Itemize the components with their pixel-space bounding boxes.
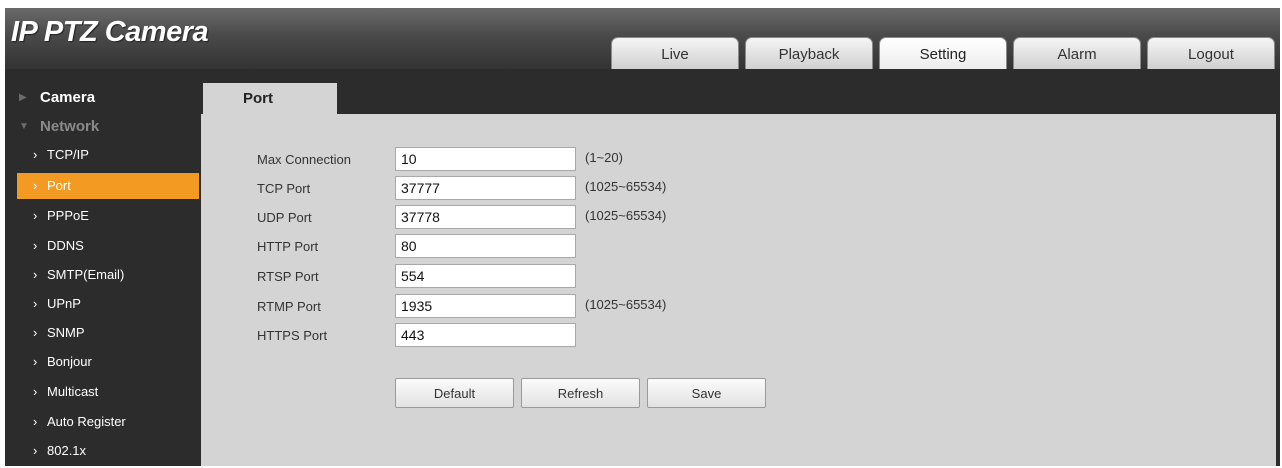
form-row-udp-port: UDP Port (1025~65534): [201, 205, 901, 229]
field-label: Max Connection: [257, 152, 351, 167]
sidebar-item-tcpip[interactable]: › TCP/IP: [17, 142, 199, 168]
sidebar-item-8021x[interactable]: › 802.1x: [17, 438, 199, 464]
page-tab: Port: [203, 83, 337, 115]
max-connection-input[interactable]: [395, 147, 576, 171]
chevron-right-icon: ›: [33, 325, 38, 340]
http-port-input[interactable]: [395, 234, 576, 258]
sidebar-item-port[interactable]: › Port: [17, 173, 199, 199]
sidebar-section-label: Network: [40, 118, 100, 135]
chevron-right-icon: ›: [33, 238, 38, 253]
chevron-right-icon: ›: [33, 267, 38, 282]
port-settings-form: Max Connection (1~20) TCP Port (1025~655…: [201, 114, 1276, 466]
chevron-right-icon: ›: [33, 178, 38, 193]
sidebar-item-pppoe[interactable]: › PPPoE: [17, 203, 199, 229]
sidebar-item-ddns[interactable]: › DDNS: [17, 233, 199, 259]
field-range-hint: (1025~65534): [585, 297, 667, 312]
sidebar-item-smtp[interactable]: › SMTP(Email): [17, 262, 199, 288]
field-range-hint: (1~20): [585, 150, 623, 165]
tab-logout[interactable]: Logout: [1147, 37, 1275, 70]
sidebar-item-snmp[interactable]: › SNMP: [17, 320, 199, 346]
sidebar: ▶ Camera ▼ Network › TCP/IP › Port › PPP…: [5, 69, 201, 466]
default-button[interactable]: Default: [395, 378, 514, 408]
main-panel: Port Max Connection (1~20) TCP Port (102…: [201, 69, 1280, 466]
sidebar-item-label: 802.1x: [47, 443, 87, 458]
form-row-http-port: HTTP Port: [201, 234, 901, 258]
header-bar: IP PTZ Camera Live Playback Setting Alar…: [5, 8, 1280, 70]
page-title: Port: [243, 90, 273, 107]
sidebar-item-bonjour[interactable]: › Bonjour: [17, 349, 199, 375]
tab-playback[interactable]: Playback: [745, 37, 873, 70]
app-title: IP PTZ Camera: [11, 16, 209, 48]
sidebar-item-label: UPnP: [47, 296, 81, 311]
save-button[interactable]: Save: [647, 378, 766, 408]
sidebar-item-upnp[interactable]: › UPnP: [17, 291, 199, 317]
field-label: UDP Port: [257, 210, 312, 225]
field-range-hint: (1025~65534): [585, 208, 667, 223]
field-range-hint: (1025~65534): [585, 179, 667, 194]
form-row-https-port: HTTPS Port: [201, 323, 901, 347]
udp-port-input[interactable]: [395, 205, 576, 229]
tcp-port-input[interactable]: [395, 176, 576, 200]
sidebar-section-label: Camera: [40, 89, 96, 106]
tab-setting[interactable]: Setting: [879, 37, 1007, 70]
chevron-right-icon: ›: [33, 384, 38, 399]
chevron-right-icon: ›: [33, 208, 38, 223]
field-label: RTSP Port: [257, 269, 319, 284]
form-row-rtsp-port: RTSP Port: [201, 264, 901, 288]
form-row-rtmp-port: RTMP Port (1025~65534): [201, 294, 901, 318]
chevron-right-icon: ›: [33, 296, 38, 311]
sidebar-item-label: SMTP(Email): [47, 267, 125, 282]
rtmp-port-input[interactable]: [395, 294, 576, 318]
app-window: IP PTZ Camera Live Playback Setting Alar…: [5, 8, 1280, 466]
field-label: HTTPS Port: [257, 328, 328, 343]
field-label: RTMP Port: [257, 299, 321, 314]
sidebar-item-label: Multicast: [47, 384, 99, 399]
sidebar-item-label: DDNS: [47, 238, 84, 253]
chevron-right-icon: ›: [33, 354, 38, 369]
form-row-max-connection: Max Connection (1~20): [201, 147, 901, 171]
sidebar-item-label: Bonjour: [47, 354, 92, 369]
sidebar-item-label: PPPoE: [47, 208, 89, 223]
chevron-right-icon: ›: [33, 443, 38, 458]
chevron-right-icon: ›: [33, 414, 38, 429]
sidebar-item-label: SNMP: [47, 325, 85, 340]
https-port-input[interactable]: [395, 323, 576, 347]
form-row-tcp-port: TCP Port (1025~65534): [201, 176, 901, 200]
tab-live[interactable]: Live: [611, 37, 739, 70]
sidebar-item-label: Port: [47, 178, 71, 193]
sidebar-section-camera[interactable]: ▶ Camera: [5, 84, 201, 112]
tab-alarm[interactable]: Alarm: [1013, 37, 1141, 70]
triangle-right-icon: ▶: [19, 92, 27, 103]
sidebar-section-network[interactable]: ▼ Network: [5, 113, 201, 141]
sidebar-item-auto-register[interactable]: › Auto Register: [17, 409, 199, 435]
sidebar-item-label: TCP/IP: [47, 147, 89, 162]
refresh-button[interactable]: Refresh: [521, 378, 640, 408]
chevron-right-icon: ›: [33, 147, 38, 162]
rtsp-port-input[interactable]: [395, 264, 576, 288]
field-label: HTTP Port: [257, 239, 319, 254]
triangle-down-icon: ▼: [19, 121, 29, 132]
sidebar-item-multicast[interactable]: › Multicast: [17, 379, 199, 405]
field-label: TCP Port: [257, 181, 311, 196]
sidebar-item-label: Auto Register: [47, 414, 126, 429]
